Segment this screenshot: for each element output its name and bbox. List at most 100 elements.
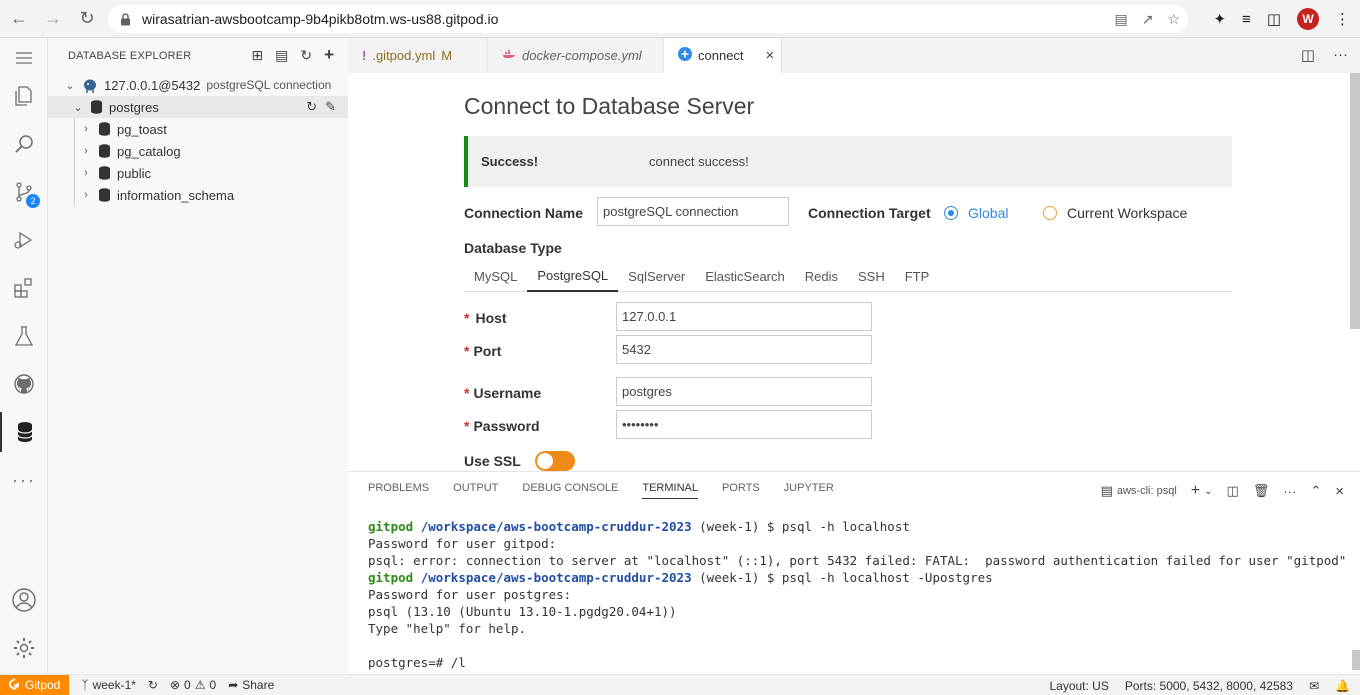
explorer-icon[interactable] xyxy=(0,76,48,116)
dbtype-redis[interactable]: Redis xyxy=(795,261,848,292)
split-editor-icon[interactable]: ◫ xyxy=(1301,46,1315,64)
tab-gitpod-yml[interactable]: ! .gitpod.yml M xyxy=(348,38,488,73)
more-icon[interactable]: ··· xyxy=(0,460,48,500)
database-name: postgres xyxy=(109,99,159,115)
tab-label: docker-compose.yml xyxy=(522,48,642,63)
branch-indicator[interactable]: ᛉ week-1* xyxy=(81,678,136,692)
radio-global[interactable] xyxy=(944,206,958,220)
install-app-icon[interactable]: ▤ xyxy=(1114,11,1127,28)
password-input[interactable]: •••••••• xyxy=(616,410,872,439)
more-actions-icon[interactable]: ··· xyxy=(1333,46,1348,64)
terminal-output[interactable]: gitpod /workspace/aws-bootcamp-cruddur-2… xyxy=(368,518,1346,671)
database-icon[interactable] xyxy=(0,412,48,452)
tab-problems[interactable]: PROBLEMS xyxy=(368,482,429,499)
dbtype-sqlserver[interactable]: SqlServer xyxy=(618,261,695,292)
editor-scrollbar[interactable] xyxy=(1350,73,1360,329)
database-icon xyxy=(98,188,111,202)
side-panel-icon[interactable]: ◫ xyxy=(1267,10,1281,28)
source-control-icon[interactable]: 2 xyxy=(0,172,48,212)
feedback-icon[interactable]: ✉ xyxy=(1309,679,1319,693)
plus-circle-icon xyxy=(678,47,692,64)
close-panel-icon[interactable]: × xyxy=(1335,483,1344,500)
settings-gear-icon[interactable] xyxy=(0,628,48,668)
gitpod-button[interactable]: Gitpod xyxy=(0,674,70,695)
share-button[interactable]: ➦ Share xyxy=(228,678,274,692)
menu-icon[interactable] xyxy=(0,38,48,78)
notifications-icon[interactable]: 🔔 xyxy=(1335,679,1350,693)
reading-list-icon[interactable]: ≡ xyxy=(1242,11,1251,28)
testing-flask-icon[interactable] xyxy=(0,316,48,356)
tree-schema[interactable]: › information_schema xyxy=(48,184,348,206)
run-debug-icon[interactable] xyxy=(0,220,48,260)
use-ssl-toggle[interactable] xyxy=(535,451,575,471)
radio-current-workspace[interactable] xyxy=(1043,206,1057,220)
tree-schema[interactable]: › pg_toast xyxy=(48,118,348,140)
refresh-icon[interactable]: ↻ xyxy=(300,47,312,65)
dbtype-ssh[interactable]: SSH xyxy=(848,261,895,292)
split-terminal-icon[interactable]: ◫ xyxy=(1227,483,1239,499)
host-input[interactable]: 127.0.0.1 xyxy=(616,302,872,331)
tab-terminal[interactable]: TERMINAL xyxy=(642,482,698,499)
tab-ports[interactable]: PORTS xyxy=(722,482,760,499)
kill-terminal-icon[interactable]: 🗑 xyxy=(1253,483,1270,499)
terminal-selector[interactable]: ▤ aws-cli: psql xyxy=(1101,483,1177,499)
schema-name: public xyxy=(117,165,151,181)
dbtype-elasticsearch[interactable]: ElasticSearch xyxy=(695,261,794,292)
problems-indicator[interactable]: ⊗ 0 ⚠ 0 xyxy=(170,678,216,692)
tree-schema[interactable]: › pg_catalog xyxy=(48,140,348,162)
bookmark-star-icon[interactable]: ☆ xyxy=(1167,11,1180,28)
radio-workspace-label[interactable]: Current Workspace xyxy=(1067,205,1187,221)
username-label: * Username xyxy=(464,385,542,401)
more-actions-icon[interactable]: ··· xyxy=(1283,484,1296,499)
tab-docker-compose[interactable]: docker-compose.yml xyxy=(488,38,664,73)
connection-manager-icon[interactable]: ⊞ xyxy=(251,47,263,65)
dbtype-ftp[interactable]: FTP xyxy=(895,261,940,292)
schema-name: pg_toast xyxy=(117,121,167,137)
port-input[interactable]: 5432 xyxy=(616,335,872,364)
reload-icon[interactable]: ↻ xyxy=(72,4,102,34)
maximize-panel-icon[interactable]: ⌃ xyxy=(1310,483,1321,499)
profile-avatar[interactable]: W xyxy=(1297,8,1319,30)
close-icon[interactable]: × xyxy=(766,47,775,64)
database-explorer-sidebar: DATABASE EXPLORER ⊞ ▤ ↻ + ⌄ 127.0.0.1@54… xyxy=(48,38,348,674)
alert-message: connect success! xyxy=(649,154,749,169)
sync-icon[interactable]: ↻ xyxy=(148,678,158,692)
terminal-scrollbar[interactable] xyxy=(1352,650,1360,670)
use-ssl-label: Use SSL xyxy=(464,453,521,469)
edit-icon[interactable]: ✎ xyxy=(325,99,336,115)
search-icon[interactable] xyxy=(0,124,48,164)
tree-database[interactable]: ⌄ postgres ↻ ✎ xyxy=(48,96,348,118)
connection-name-input[interactable]: postgreSQL connection xyxy=(597,197,789,226)
gitpod-logo-icon xyxy=(8,677,20,693)
tab-debug-console[interactable]: DEBUG CONSOLE xyxy=(522,482,618,499)
share-page-icon[interactable]: ↗ xyxy=(1142,11,1154,28)
tab-jupyter[interactable]: JUPYTER xyxy=(784,482,834,499)
new-query-icon[interactable]: ▤ xyxy=(275,47,288,65)
chevron-down-icon[interactable]: ⌄ xyxy=(1204,486,1212,497)
tab-connect[interactable]: connect × xyxy=(664,38,782,73)
back-icon[interactable]: ← xyxy=(4,4,34,34)
keyboard-layout[interactable]: Layout: US xyxy=(1049,679,1108,693)
address-bar[interactable]: wirasatrian-awsbootcamp-9b4pikb8otm.ws-u… xyxy=(108,5,1188,33)
github-icon[interactable] xyxy=(0,364,48,404)
dbtype-postgresql[interactable]: PostgreSQL xyxy=(527,261,619,292)
dbtype-mysql[interactable]: MySQL xyxy=(464,261,527,292)
chevron-right-icon: › xyxy=(84,167,88,179)
extensions-icon[interactable]: ✦ xyxy=(1213,10,1226,28)
tree-connection[interactable]: ⌄ 127.0.0.1@5432 postgreSQL connection xyxy=(48,74,348,96)
add-connection-icon[interactable]: + xyxy=(324,45,334,65)
radio-global-label[interactable]: Global xyxy=(968,205,1008,221)
warning-icon: ⚠ xyxy=(194,678,206,692)
forward-icon[interactable]: → xyxy=(38,4,68,34)
yaml-icon: ! xyxy=(362,48,367,63)
ports-indicator[interactable]: Ports: 5000, 5432, 8000, 42583 xyxy=(1125,679,1293,693)
database-type-tabs: MySQL PostgreSQL SqlServer ElasticSearch… xyxy=(464,261,1232,292)
account-icon[interactable] xyxy=(0,580,48,620)
extensions-icon[interactable] xyxy=(0,268,48,308)
browser-menu-icon[interactable]: ⋮ xyxy=(1335,10,1350,28)
username-input[interactable]: postgres xyxy=(616,377,872,406)
tree-schema[interactable]: › public xyxy=(48,162,348,184)
tab-output[interactable]: OUTPUT xyxy=(453,482,498,499)
new-terminal-icon[interactable]: + xyxy=(1191,482,1200,500)
refresh-icon[interactable]: ↻ xyxy=(306,99,317,115)
